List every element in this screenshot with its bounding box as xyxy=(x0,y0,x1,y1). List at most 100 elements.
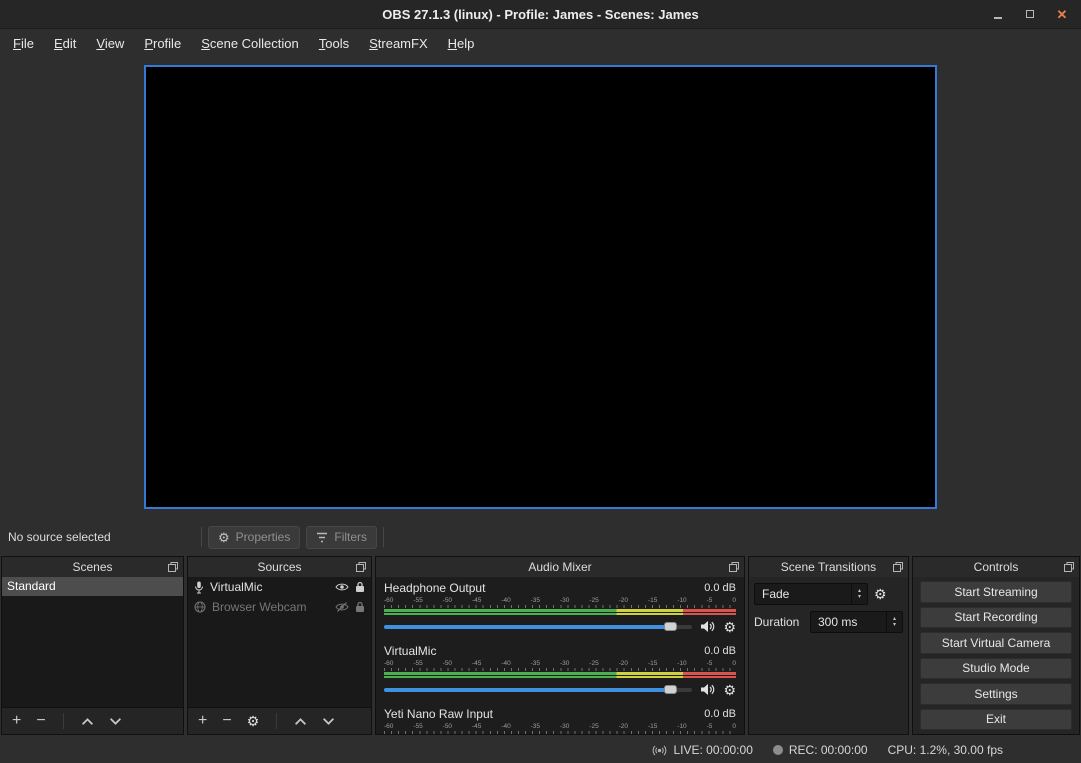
menu-help[interactable]: Help xyxy=(438,36,485,51)
settings-button[interactable]: Settings xyxy=(920,683,1072,705)
record-dot-icon xyxy=(773,745,783,755)
close-button[interactable]: ✕ xyxy=(1055,7,1069,21)
gear-icon: ⚙ xyxy=(218,531,230,544)
controls-header: Controls xyxy=(913,557,1079,577)
slider-handle[interactable] xyxy=(664,685,677,694)
properties-button[interactable]: ⚙ Properties xyxy=(208,526,300,549)
visibility-eye-off-icon[interactable] xyxy=(335,602,349,612)
start-streaming-button[interactable]: Start Streaming xyxy=(920,581,1072,603)
meter-scale-tick: 0 xyxy=(732,597,736,605)
speaker-icon[interactable] xyxy=(700,620,715,633)
remove-source-button[interactable]: − xyxy=(222,713,231,729)
lock-icon[interactable] xyxy=(355,581,365,593)
meter-scale-tick: -45 xyxy=(472,597,481,605)
meter-scale-tick: -50 xyxy=(443,660,452,668)
source-item-virtualmic[interactable]: VirtualMic xyxy=(188,577,371,597)
menu-file[interactable]: File xyxy=(3,36,44,51)
add-scene-button[interactable]: + xyxy=(12,713,21,729)
meter-scale-tick: -40 xyxy=(501,723,510,731)
meter-scale-tick: -50 xyxy=(443,723,452,731)
gear-icon[interactable]: ⚙ xyxy=(723,620,736,634)
chevron-down-icon xyxy=(322,717,335,726)
channel-name: Yeti Nano Raw Input xyxy=(384,707,493,721)
source-properties-gear-icon[interactable]: ⚙ xyxy=(247,714,260,728)
channel-header: Yeti Nano Raw Input 0.0 dB xyxy=(384,706,736,722)
microphone-icon xyxy=(194,581,204,594)
scene-up-button[interactable] xyxy=(81,717,94,726)
menu-edit[interactable]: Edit xyxy=(44,36,86,51)
rec-time: REC: 00:00:00 xyxy=(789,743,868,757)
menu-view[interactable]: View xyxy=(86,36,134,51)
channel-db: 0.0 dB xyxy=(704,708,736,720)
live-status: LIVE: 00:00:00 xyxy=(652,743,752,758)
menu-streamfx[interactable]: StreamFX xyxy=(359,36,438,51)
scenes-list: Standard xyxy=(2,577,183,707)
scenes-dock: Scenes Standard + − xyxy=(1,556,184,735)
chevron-up-icon xyxy=(81,717,94,726)
channel-name: Headphone Output xyxy=(384,581,485,595)
remove-scene-button[interactable]: − xyxy=(36,713,45,729)
preview-canvas[interactable] xyxy=(144,65,937,509)
volume-slider[interactable] xyxy=(384,625,692,629)
duration-input[interactable]: 300 ms ▴ ▾ xyxy=(810,611,903,633)
studio-mode-button[interactable]: Studio Mode xyxy=(920,658,1072,680)
duration-spinner[interactable]: ▴ ▾ xyxy=(886,612,902,632)
start-recording-button[interactable]: Start Recording xyxy=(920,607,1072,629)
slider-handle[interactable] xyxy=(664,622,677,631)
mixer-channel-yeti: Yeti Nano Raw Input 0.0 dB -60-55-50-45-… xyxy=(384,706,736,734)
transition-select[interactable]: Fade ▴ ▾ xyxy=(754,583,868,605)
meter-scale-tick: -20 xyxy=(619,723,628,731)
channel-db: 0.0 dB xyxy=(704,645,736,657)
spin-down-icon: ▾ xyxy=(893,622,896,628)
maximize-icon xyxy=(1026,10,1034,18)
controls-title: Controls xyxy=(974,560,1019,574)
spin-down-icon: ▾ xyxy=(858,594,861,600)
channel-db: 0.0 dB xyxy=(704,582,736,594)
meter-scale-tick: 0 xyxy=(732,660,736,668)
gear-icon[interactable]: ⚙ xyxy=(723,683,736,697)
visibility-eye-icon[interactable] xyxy=(335,582,349,592)
popout-icon[interactable] xyxy=(729,562,739,572)
menu-profile[interactable]: Profile xyxy=(134,36,191,51)
volume-meter xyxy=(384,672,736,678)
speaker-icon[interactable] xyxy=(700,683,715,696)
sources-header: Sources xyxy=(188,557,371,577)
exit-button[interactable]: Exit xyxy=(920,709,1072,731)
volume-slider[interactable] xyxy=(384,688,692,692)
menu-tools[interactable]: Tools xyxy=(309,36,359,51)
transition-properties-gear-icon[interactable]: ⚙ xyxy=(874,587,887,601)
channel-name: VirtualMic xyxy=(384,644,436,658)
scene-down-button[interactable] xyxy=(109,717,122,726)
broadcast-icon xyxy=(652,743,667,758)
meter-scale-tick: -10 xyxy=(677,660,686,668)
source-down-button[interactable] xyxy=(322,717,335,726)
meter-ticks xyxy=(384,731,736,734)
combo-spinner[interactable]: ▴ ▾ xyxy=(851,584,867,604)
scene-item-standard[interactable]: Standard xyxy=(2,577,183,596)
lock-icon[interactable] xyxy=(355,601,365,613)
popout-icon[interactable] xyxy=(356,562,366,572)
meter-scale-tick: -25 xyxy=(589,597,598,605)
popout-icon[interactable] xyxy=(893,562,903,572)
titlebar[interactable]: OBS 27.1.3 (linux) - Profile: James - Sc… xyxy=(0,0,1081,29)
filter-icon xyxy=(316,532,328,543)
add-source-button[interactable]: + xyxy=(198,713,207,729)
channel-header: Headphone Output 0.0 dB xyxy=(384,580,736,596)
maximize-button[interactable] xyxy=(1023,7,1037,21)
meter-scale: -60-55-50-45-40-35-30-25-20-15-10-50 xyxy=(384,723,736,731)
popout-icon[interactable] xyxy=(168,562,178,572)
source-up-button[interactable] xyxy=(294,717,307,726)
start-virtual-camera-button[interactable]: Start Virtual Camera xyxy=(920,632,1072,654)
meter-scale-tick: -10 xyxy=(677,597,686,605)
channel-header: VirtualMic 0.0 dB xyxy=(384,643,736,659)
duration-label: Duration xyxy=(754,615,804,629)
source-item-browser-webcam[interactable]: Browser Webcam xyxy=(188,597,371,617)
filters-button[interactable]: Filters xyxy=(306,526,377,549)
window-controls: ✕ xyxy=(991,0,1069,28)
popout-icon[interactable] xyxy=(1064,562,1074,572)
properties-label: Properties xyxy=(236,530,291,544)
source-name: Browser Webcam xyxy=(212,600,306,614)
meter-scale-tick: 0 xyxy=(732,723,736,731)
menu-scene-collection[interactable]: Scene Collection xyxy=(191,36,309,51)
minimize-button[interactable] xyxy=(991,7,1005,21)
